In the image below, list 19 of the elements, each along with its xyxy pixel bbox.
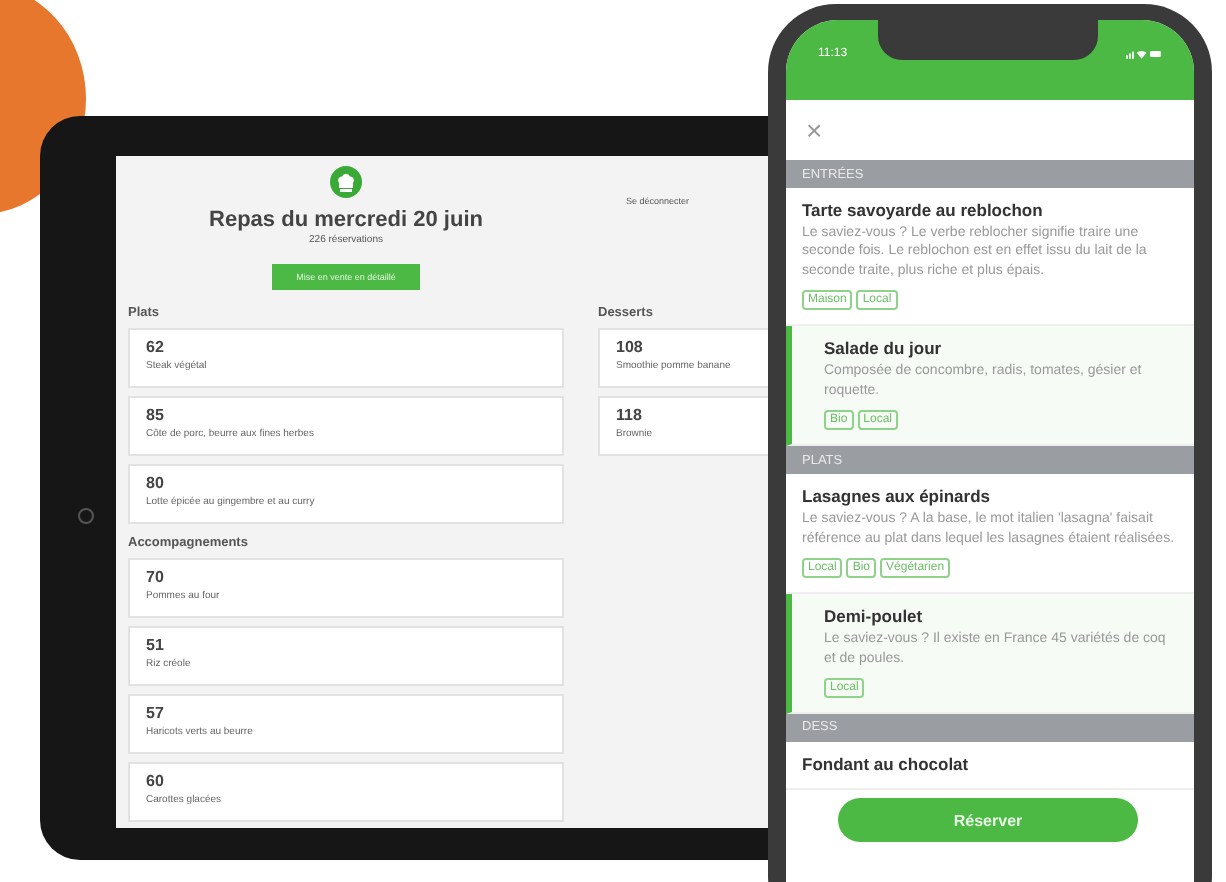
- status-icons-drawing: [1126, 48, 1162, 60]
- home-button-icon: [78, 508, 94, 524]
- item-name: Tarte savoyarde au reblochon: [802, 200, 1045, 220]
- dish-count: 62: [146, 338, 166, 356]
- dish-count: 108: [616, 338, 645, 356]
- dish-count: 51: [146, 636, 166, 654]
- item-name: Lasagnes aux épinards: [802, 486, 993, 507]
- dish-count: 85: [146, 406, 166, 424]
- dish-count: 60: [146, 772, 166, 790]
- menu-item[interactable]: Fondant au chocolat: [786, 741, 1194, 790]
- dish-count: 80: [146, 474, 166, 492]
- item-name: Fondant au chocolat: [802, 753, 971, 774]
- item-name: Salade du jour: [824, 338, 944, 359]
- dish-count: 57: [146, 704, 166, 722]
- dish-count: 118: [616, 406, 644, 424]
- item-name: Demi-poulet: [824, 606, 925, 627]
- chef-hat-icon: [330, 166, 362, 198]
- page-title: Repas du mercredi 20 juin: [209, 208, 483, 232]
- dish-count: 70: [146, 568, 166, 586]
